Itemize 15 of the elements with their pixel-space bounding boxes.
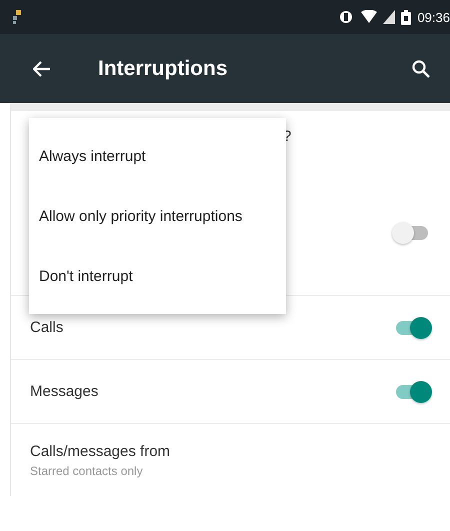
setting-summary: Starred contacts only (30, 464, 143, 478)
menu-item[interactable]: Don't interrupt (29, 246, 286, 306)
notification-icon (12, 10, 22, 24)
menu-item[interactable]: Always interrupt (29, 126, 286, 186)
setting-label: Messages (30, 383, 98, 400)
setting-label: Calls (30, 319, 64, 336)
back-arrow-icon[interactable] (33, 60, 51, 76)
search-icon[interactable] (412, 60, 430, 78)
screen-title: Interruptions (98, 56, 228, 80)
battery-icon (401, 10, 412, 24)
menu-item[interactable]: Allow only priority interruptions (29, 186, 286, 246)
setting-label[interactable]: Calls/messages from (30, 442, 170, 460)
wifi-icon (361, 10, 378, 24)
clock-time: 09:36 (417, 10, 450, 24)
signal-icon (383, 10, 396, 24)
